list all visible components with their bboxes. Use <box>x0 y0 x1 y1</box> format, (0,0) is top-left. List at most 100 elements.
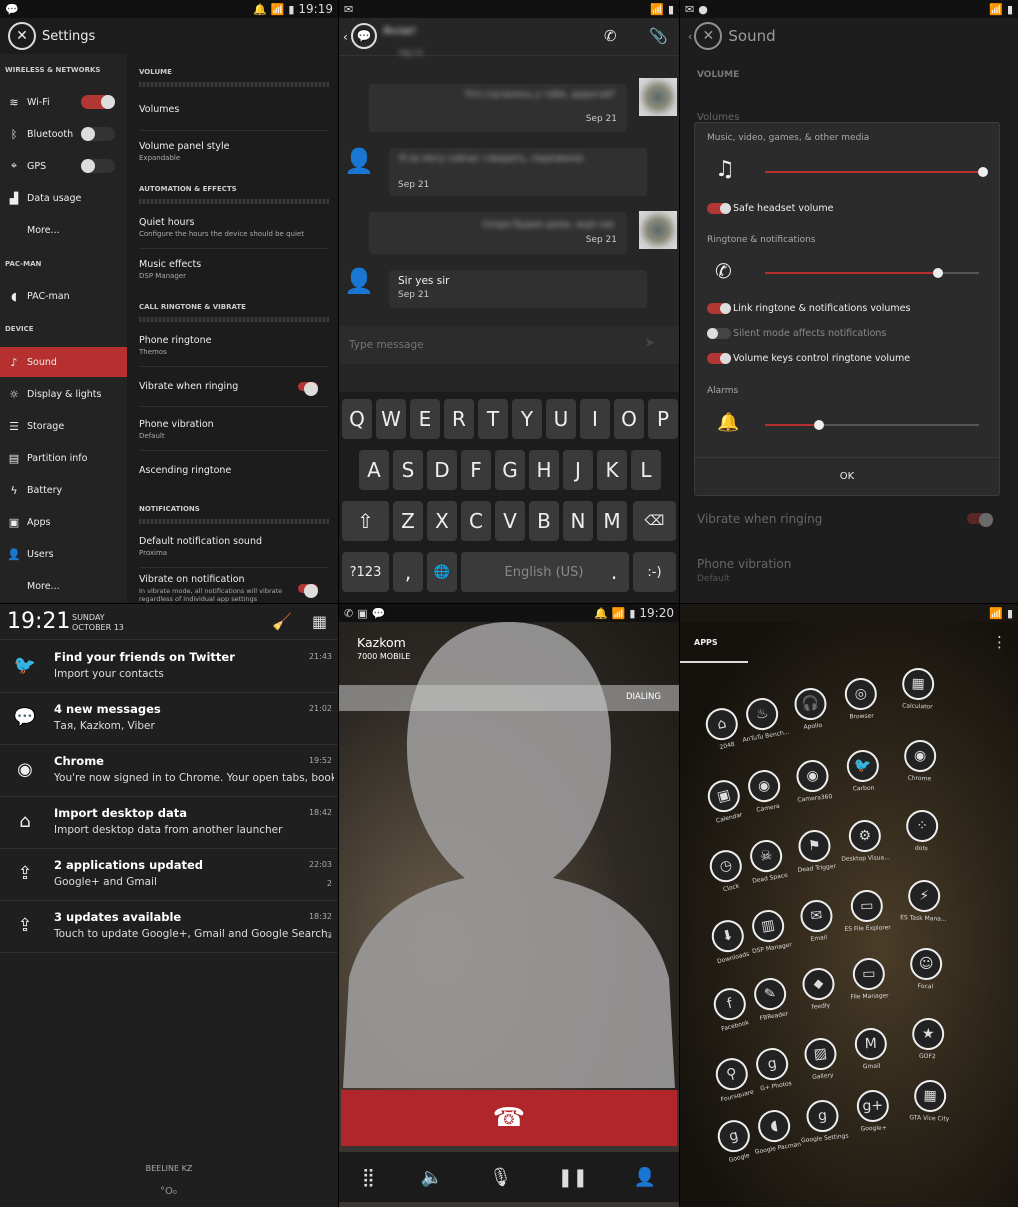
back-icon[interactable]: ‹ <box>688 30 692 43</box>
app-icon[interactable]: ▦ Calculator <box>892 667 943 711</box>
app-icon[interactable]: ▦ GTA Vice City <box>904 1079 955 1123</box>
silent-mode-option[interactable]: Silent mode affects notifications <box>707 328 886 339</box>
key-n[interactable]: N <box>563 501 593 541</box>
nav-item-data-usage[interactable]: ▟ Data usage <box>0 183 127 213</box>
app-icon[interactable]: ◉ Camera <box>737 766 794 816</box>
phone-icon[interactable]: ✆ <box>604 27 617 45</box>
link-volumes-option[interactable]: Link ringtone & notifications volumes <box>707 303 910 314</box>
key-z[interactable]: Z <box>393 501 423 541</box>
key-q[interactable]: Q <box>342 399 372 439</box>
list-item-phone-ringtone[interactable]: Phone ringtone Themos <box>139 335 329 356</box>
notification-item[interactable]: ⌂ Import desktop data Import desktop data … <box>0 797 338 849</box>
message-bubble-out[interactable]: Что случилось у тебя, дорогой? Sep 21 <box>369 84 627 132</box>
message-input[interactable] <box>349 334 624 356</box>
attach-icon[interactable]: 📎 <box>649 27 668 45</box>
nav-item-storage[interactable]: ☰ Storage <box>0 411 127 441</box>
slider-thumb[interactable] <box>977 167 988 177</box>
shift-key[interactable]: ⇧ <box>342 501 389 541</box>
add-call-icon[interactable]: 👤 <box>634 1167 656 1188</box>
app-icon[interactable]: ◉ Chrome <box>894 739 945 783</box>
wifi-toggle[interactable] <box>81 95 115 109</box>
hold-icon[interactable]: ❚❚ <box>558 1167 588 1188</box>
app-icon[interactable]: g G+ Photos <box>745 1044 802 1094</box>
key-p[interactable]: P <box>648 399 678 439</box>
smiley-key[interactable]: :-) <box>633 552 676 592</box>
app-icon[interactable]: ♨ AnTuTu Bench... <box>735 694 792 744</box>
bluetooth-toggle[interactable] <box>81 127 115 141</box>
safe-headset-option[interactable]: Safe headset volume <box>707 203 834 214</box>
nav-item-more-device[interactable]: More... <box>0 571 127 601</box>
message-bubble-in[interactable]: Я не могу сейчас говорить, перезвоню Sep… <box>389 148 647 196</box>
app-icon[interactable]: ⁘ dots <box>896 809 947 853</box>
key-t[interactable]: T <box>478 399 508 439</box>
app-icon[interactable]: g+ Google+ <box>847 1089 898 1133</box>
ringtone-volume-slider[interactable] <box>765 268 979 278</box>
drag-handle-icon[interactable]: °O₀ <box>160 1186 177 1197</box>
nav-item-more-wireless[interactable]: More... <box>0 215 127 245</box>
volume-keys-option[interactable]: Volume keys control ringtone volume <box>707 353 910 364</box>
safe-headset-toggle[interactable] <box>707 203 731 214</box>
key-j[interactable]: J <box>563 450 593 490</box>
app-icon[interactable]: ▭ File Manager <box>843 957 894 1001</box>
speaker-icon[interactable]: 🔈 <box>421 1167 443 1188</box>
app-icon[interactable]: ◖ Google Pacman <box>747 1106 804 1156</box>
tab-apps[interactable]: APPS <box>694 638 718 647</box>
app-icon[interactable]: ▥ DSP Manager <box>741 906 798 956</box>
app-icon[interactable]: ✉ Email <box>790 898 844 945</box>
link-volumes-toggle[interactable] <box>707 303 731 314</box>
slider-thumb[interactable] <box>933 268 944 278</box>
key-h[interactable]: H <box>529 450 559 490</box>
nav-item-partition[interactable]: ▤ Partition info <box>0 443 127 473</box>
app-icon[interactable]: ☺ Focal <box>900 947 951 991</box>
app-icon[interactable]: ⚙ Desktop Visua... <box>839 819 890 863</box>
message-bubble-in[interactable]: Sir yes sir Sep 21 <box>389 270 647 308</box>
key-r[interactable]: R <box>444 399 474 439</box>
nav-item-sound[interactable]: ♪ Sound <box>0 347 127 377</box>
key-m[interactable]: M <box>597 501 627 541</box>
comma-key[interactable]: , <box>393 552 423 592</box>
nav-item-apps[interactable]: ▣ Apps <box>0 507 127 537</box>
app-icon[interactable]: ▭ ES File Explorer <box>841 889 892 933</box>
list-item-phone-vibration[interactable]: Phone vibration Default <box>139 419 329 440</box>
vibrate-notification-toggle[interactable] <box>298 584 318 598</box>
list-item-music-effects[interactable]: Music effects DSP Manager <box>139 259 329 280</box>
nav-item-users[interactable]: 👤 Users <box>0 539 127 569</box>
period-key[interactable]: . <box>599 552 629 592</box>
silent-mode-toggle[interactable] <box>707 328 731 339</box>
key-y[interactable]: Y <box>512 399 542 439</box>
app-icon[interactable]: ☠ Dead Space <box>739 836 796 886</box>
app-icon[interactable]: ◎ Browser <box>835 677 886 721</box>
settings-logo-icon[interactable]: ✕ <box>694 22 723 50</box>
app-icon[interactable]: g Google Settings <box>796 1098 850 1145</box>
settings-logo-icon[interactable]: ✕ <box>8 22 36 50</box>
key-g[interactable]: G <box>495 450 525 490</box>
volume-keys-toggle[interactable] <box>707 353 731 364</box>
key-b[interactable]: B <box>529 501 559 541</box>
app-icon[interactable]: 🐦 Carbon <box>837 749 888 793</box>
message-bubble-out[interactable]: Скоро будем дома, жди нас Sep 21 <box>369 212 627 254</box>
key-f[interactable]: F <box>461 450 491 490</box>
key-l[interactable]: L <box>631 450 661 490</box>
list-item-volumes[interactable]: Volumes <box>139 104 329 115</box>
app-icon[interactable]: ◉ Camera360 <box>786 758 840 805</box>
slider-thumb[interactable] <box>813 420 824 430</box>
key-c[interactable]: C <box>461 501 491 541</box>
app-icon[interactable]: M Gmail <box>845 1027 896 1071</box>
key-x[interactable]: X <box>427 501 457 541</box>
dialpad-icon[interactable]: ⣿ <box>362 1167 375 1188</box>
app-icon[interactable]: 🎧 Apollo <box>784 686 838 733</box>
alarm-volume-slider[interactable] <box>765 420 979 430</box>
send-icon[interactable]: ➤ <box>644 335 656 351</box>
gps-toggle[interactable] <box>81 159 115 173</box>
messaging-app-icon[interactable]: 💬 <box>351 23 377 49</box>
app-icon[interactable]: ⚡ ES Task Mana... <box>898 879 949 923</box>
key-u[interactable]: U <box>546 399 576 439</box>
back-icon[interactable]: ‹ <box>343 30 348 44</box>
list-item-ascending-ringtone[interactable]: Ascending ringtone <box>139 465 329 476</box>
list-item-default-notification-sound[interactable]: Default notification sound Proxima <box>139 536 329 557</box>
key-s[interactable]: S <box>393 450 423 490</box>
media-volume-slider[interactable] <box>765 167 988 177</box>
end-call-button[interactable]: ☎ <box>341 1090 677 1146</box>
quick-settings-icon[interactable]: ▦ <box>312 612 327 631</box>
nav-item-battery[interactable]: ϟ Battery <box>0 475 127 505</box>
